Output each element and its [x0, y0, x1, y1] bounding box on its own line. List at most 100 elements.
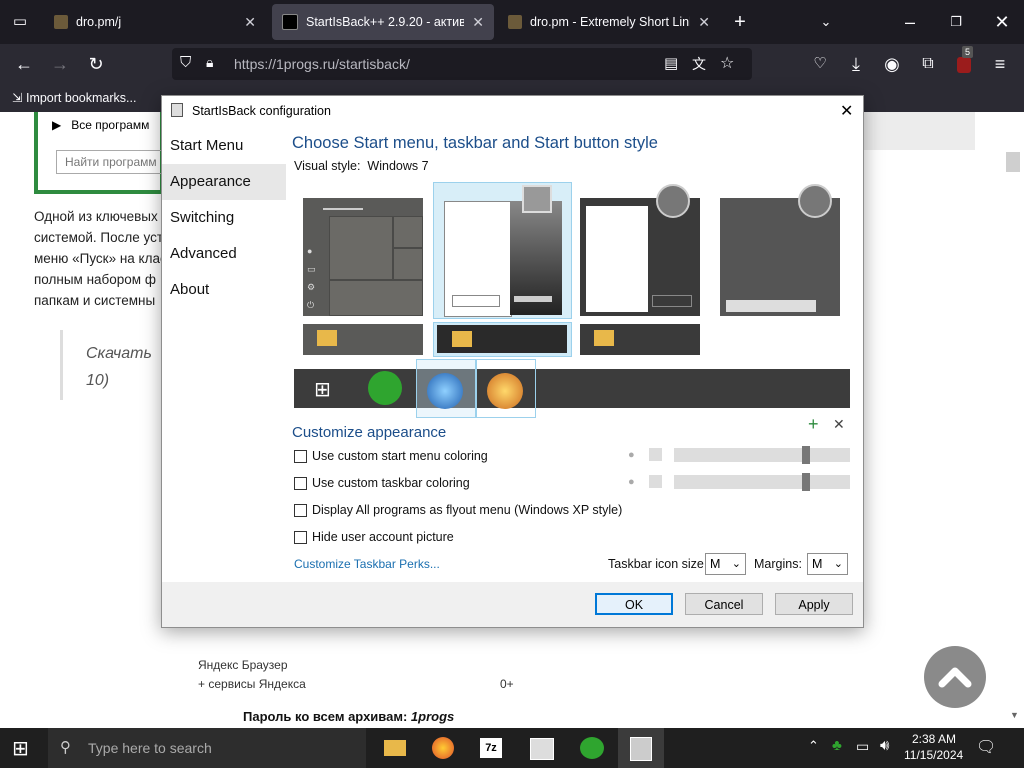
taskbar-opacity-slider[interactable] — [674, 473, 850, 491]
network-icon[interactable]: ▭ — [856, 738, 869, 755]
sidebar-item-advanced[interactable]: Advanced — [162, 236, 286, 272]
taskbar-search-placeholder: Type here to search — [88, 740, 212, 756]
windows-logo-icon[interactable]: ⊞ — [314, 377, 331, 402]
ublock-icon[interactable]: 5 — [952, 46, 976, 76]
tray-clover-icon[interactable]: ♣ — [832, 737, 842, 754]
back-icon[interactable]: ← — [12, 52, 36, 76]
style-preview-win10[interactable]: ● ▭ ⚙ ⏻ — [303, 198, 423, 316]
extensions-icon[interactable]: ⧉ — [916, 52, 940, 76]
color-swatch[interactable] — [649, 475, 662, 488]
hide-account-picture-checkbox[interactable]: Hide user account picture — [294, 530, 454, 544]
import-bookmarks-link[interactable]: ⇲ Import bookmarks... — [12, 90, 136, 105]
firefox-app[interactable] — [420, 728, 466, 768]
reader-view-icon[interactable]: ▤ — [664, 54, 678, 72]
tab-dro-pm-j[interactable]: dro.pm/j ✕ — [44, 4, 266, 40]
programs-list-item[interactable]: ▶ Все программ — [52, 118, 149, 132]
ok-button[interactable]: OK — [595, 593, 673, 615]
taskbar-preview-1[interactable] — [303, 324, 423, 355]
flyout-menu-checkbox[interactable]: Display All programs as flyout menu (Win… — [294, 503, 622, 517]
remove-icon[interactable]: ✕ — [833, 416, 845, 433]
7zip-app[interactable]: 7z — [468, 728, 514, 768]
dialog-close-icon[interactable]: ✕ — [840, 101, 853, 121]
url-bar[interactable]: ⛉ 🔒︎ https://1progs.ru/startisback/ ▤ 文 … — [172, 48, 752, 80]
start-button-custom[interactable] — [476, 359, 536, 418]
customize-taskbar-perks-link[interactable]: Customize Taskbar Perks... — [294, 557, 440, 571]
programs-search-input[interactable]: Найти программ — [56, 150, 168, 174]
page-scrollbar-thumb[interactable] — [1006, 152, 1020, 172]
url-text[interactable]: https://1progs.ru/startisback/ — [234, 56, 410, 72]
shield-icon[interactable]: ⛉ — [180, 54, 191, 71]
notifications-icon[interactable]: 🗨︎ — [976, 737, 996, 757]
minimize-icon[interactable]: – — [898, 10, 922, 34]
start-button-win7-selected[interactable] — [416, 359, 476, 418]
checkbox-box[interactable] — [294, 476, 307, 490]
start-button-strip: ⊞ — [294, 359, 850, 418]
scroll-to-top-button[interactable] — [924, 646, 986, 708]
close-tab-icon[interactable]: ✕ — [698, 14, 710, 31]
show-hidden-icons[interactable]: ⌃ — [808, 738, 819, 754]
sidebar-item-about[interactable]: About — [162, 272, 286, 308]
clover-icon — [580, 737, 604, 759]
custom-taskbar-coloring-checkbox[interactable]: Use custom taskbar coloring — [294, 476, 470, 490]
start-button-icon[interactable]: ⊞ — [12, 736, 29, 761]
file-explorer-app[interactable] — [372, 728, 418, 768]
sidebar-item-start-menu[interactable]: Start Menu — [162, 128, 286, 164]
yandex-browser-label[interactable]: Яндекс Браузер — [198, 658, 288, 672]
checkbox-box[interactable] — [294, 449, 307, 463]
taskbar-search-box[interactable]: ⚲ Type here to search — [48, 728, 366, 768]
import-icon: ⇲ — [12, 91, 23, 105]
paragraph-line: меню «Пуск» на клас — [34, 251, 167, 266]
dialog-sidebar: Start Menu Appearance Switching Advanced… — [162, 126, 286, 582]
apply-button[interactable]: Apply — [775, 593, 853, 615]
browser-nav-bar: ← → ↻ ⛉ 🔒︎ https://1progs.ru/startisback… — [0, 44, 1024, 84]
slider-thumb[interactable] — [802, 446, 810, 464]
sidebar-item-switching[interactable]: Switching — [162, 200, 286, 236]
clover-orb-icon[interactable] — [368, 371, 402, 405]
sidebar-item-appearance[interactable]: Appearance — [162, 164, 286, 200]
translate-icon[interactable]: 文 — [692, 54, 706, 74]
restore-icon[interactable]: ❐ — [944, 10, 968, 34]
close-tab-icon[interactable]: ✕ — [244, 14, 256, 31]
checkbox-box[interactable] — [294, 503, 307, 517]
app-window[interactable] — [518, 728, 564, 768]
7zip-icon: 7z — [480, 738, 502, 758]
color-swatch[interactable] — [649, 448, 662, 461]
article-paragraph: Одной из ключевых системой. После уст ме… — [34, 206, 167, 311]
icon-size-select[interactable]: M ⌄ — [705, 553, 746, 575]
startisback-app[interactable] — [568, 728, 614, 768]
new-tab-button[interactable]: + — [728, 10, 752, 34]
slider-thumb[interactable] — [802, 473, 810, 491]
tab-startisback[interactable]: StartIsBack++ 2.9.20 - активаци ✕ — [272, 4, 494, 40]
tab-overview-icon[interactable]: ▭ — [8, 10, 32, 34]
startisback-config-app[interactable] — [618, 728, 664, 768]
user-avatar-icon — [522, 185, 552, 213]
style-preview-classic[interactable] — [720, 184, 840, 316]
favicon-icon — [282, 14, 298, 30]
close-tab-icon[interactable]: ✕ — [472, 14, 484, 31]
bookmark-star-icon[interactable]: ☆ — [720, 53, 734, 73]
scroll-down-arrow[interactable]: ▼ — [1010, 710, 1019, 720]
cancel-button[interactable]: Cancel — [685, 593, 763, 615]
account-icon[interactable]: ◉ — [880, 52, 904, 76]
taskbar-preview-3[interactable] — [580, 324, 700, 355]
style-preview-vista[interactable] — [580, 184, 700, 316]
clock[interactable]: 2:38 AM 11/15/2024 — [904, 731, 963, 763]
forward-icon[interactable]: → — [48, 52, 72, 76]
list-tabs-icon[interactable]: ⌄ — [814, 10, 838, 34]
menu-icon[interactable]: ≡ — [988, 52, 1012, 76]
volume-icon[interactable]: 🔊︎ — [880, 737, 889, 754]
downloads-icon[interactable]: ⤓ — [844, 52, 868, 76]
start-menu-opacity-slider[interactable] — [674, 446, 850, 464]
close-window-icon[interactable]: ✕ — [990, 10, 1014, 34]
style-preview-win7[interactable] — [433, 182, 572, 319]
checkbox-box[interactable] — [294, 530, 307, 544]
lock-icon[interactable]: 🔒︎ — [206, 54, 213, 71]
margins-select[interactable]: M ⌄ — [807, 553, 848, 575]
custom-start-menu-coloring-checkbox[interactable]: Use custom start menu coloring — [294, 449, 488, 463]
reload-icon[interactable]: ↻ — [84, 52, 108, 76]
add-icon[interactable]: + — [808, 414, 819, 435]
pocket-icon[interactable]: ♡ — [808, 52, 832, 76]
tab-dro-pm[interactable]: dro.pm - Extremely Short Links ✕ — [498, 4, 720, 40]
taskbar-preview-2[interactable] — [433, 322, 572, 357]
checkbox-label: Use custom start menu coloring — [312, 449, 488, 463]
